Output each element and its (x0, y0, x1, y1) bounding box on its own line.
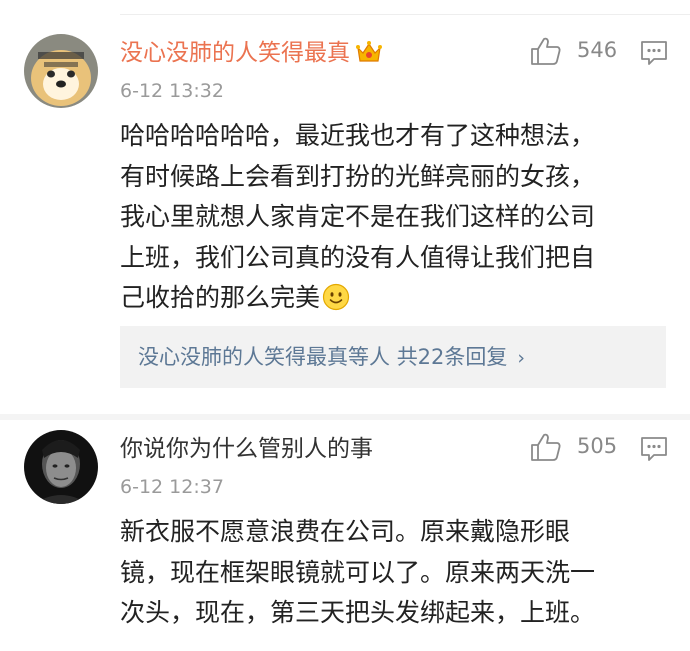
top-divider (120, 14, 690, 15)
chevron-right-icon: › (517, 347, 526, 369)
user-avatar[interactable] (24, 430, 98, 504)
comment-line: 有时候路上会看到打扮的光鲜亮丽的女孩， (120, 161, 596, 191)
comment-time: 6-12 13:32 (120, 80, 224, 102)
comment-line: 新衣服不愿意浪费在公司。原来戴隐形眼 (120, 517, 571, 546)
username[interactable]: 没心没肺的人笑得最真 (120, 38, 382, 72)
man-portrait-avatar-icon (24, 430, 98, 504)
reply-comment-icon[interactable] (640, 436, 668, 466)
comment-line: 次头，现在，第三天把头发绑起来，上班。 (120, 598, 596, 627)
comment-text: 新衣服不愿意浪费在公司。原来戴隐形眼 镜，现在框架眼镜就可以了。原来两天洗一 次… (120, 512, 660, 634)
comment-line: 我心里就想人家肯定不是在我们这样的公司 (120, 202, 596, 231)
comment-item: 没心没肺的人笑得最真 6-12 13:32 546 哈哈哈哈哈哈，最近我也才有了… (0, 22, 690, 414)
reply-user-name[interactable]: 没心没肺的人笑得最真 (138, 345, 348, 369)
comment-item: 你说你为什么管别人的事 6-12 12:37 505 新衣服不愿意浪费在公司。原… (0, 420, 690, 651)
comment-line: 镜，现在框架眼镜就可以了。原来两天洗一 (120, 557, 596, 587)
reply-count[interactable]: 共22条回复 (397, 345, 508, 369)
username-text[interactable]: 没心没肺的人笑得最真 (120, 40, 350, 66)
comment-line: 上班，我们公司真的没有人值得让我们把自 (120, 242, 596, 272)
comment-line: 哈哈哈哈哈哈，最近我也才有了这种想法， (120, 121, 596, 150)
comment-time: 6-12 12:37 (120, 476, 224, 498)
comment-line-last: 己收拾的那么完美 (120, 278, 660, 324)
vip-crown-icon (356, 40, 382, 72)
comment-text: 哈哈哈哈哈哈，最近我也才有了这种想法， 有时候路上会看到打扮的光鲜亮丽的女孩， … (120, 116, 660, 324)
like-count: 546 (577, 38, 618, 62)
comment-line: 己收拾的那么完美 (120, 283, 321, 312)
dog-avatar-icon (24, 34, 98, 108)
user-avatar[interactable] (24, 34, 98, 108)
view-replies-button[interactable]: 没心没肺的人笑得最真等人 共22条回复 › (120, 326, 666, 388)
smile-emoji-icon (322, 283, 350, 324)
reply-comment-icon[interactable] (640, 40, 668, 70)
like-thumb-icon[interactable] (530, 36, 562, 70)
reply-suffix: 等人 (348, 345, 390, 369)
comment-list: 没心没肺的人笑得最真 6-12 13:32 546 哈哈哈哈哈哈，最近我也才有了… (0, 0, 690, 651)
like-count: 505 (577, 434, 618, 458)
like-thumb-icon[interactable] (530, 432, 562, 466)
username[interactable]: 你说你为什么管别人的事 (120, 434, 373, 464)
